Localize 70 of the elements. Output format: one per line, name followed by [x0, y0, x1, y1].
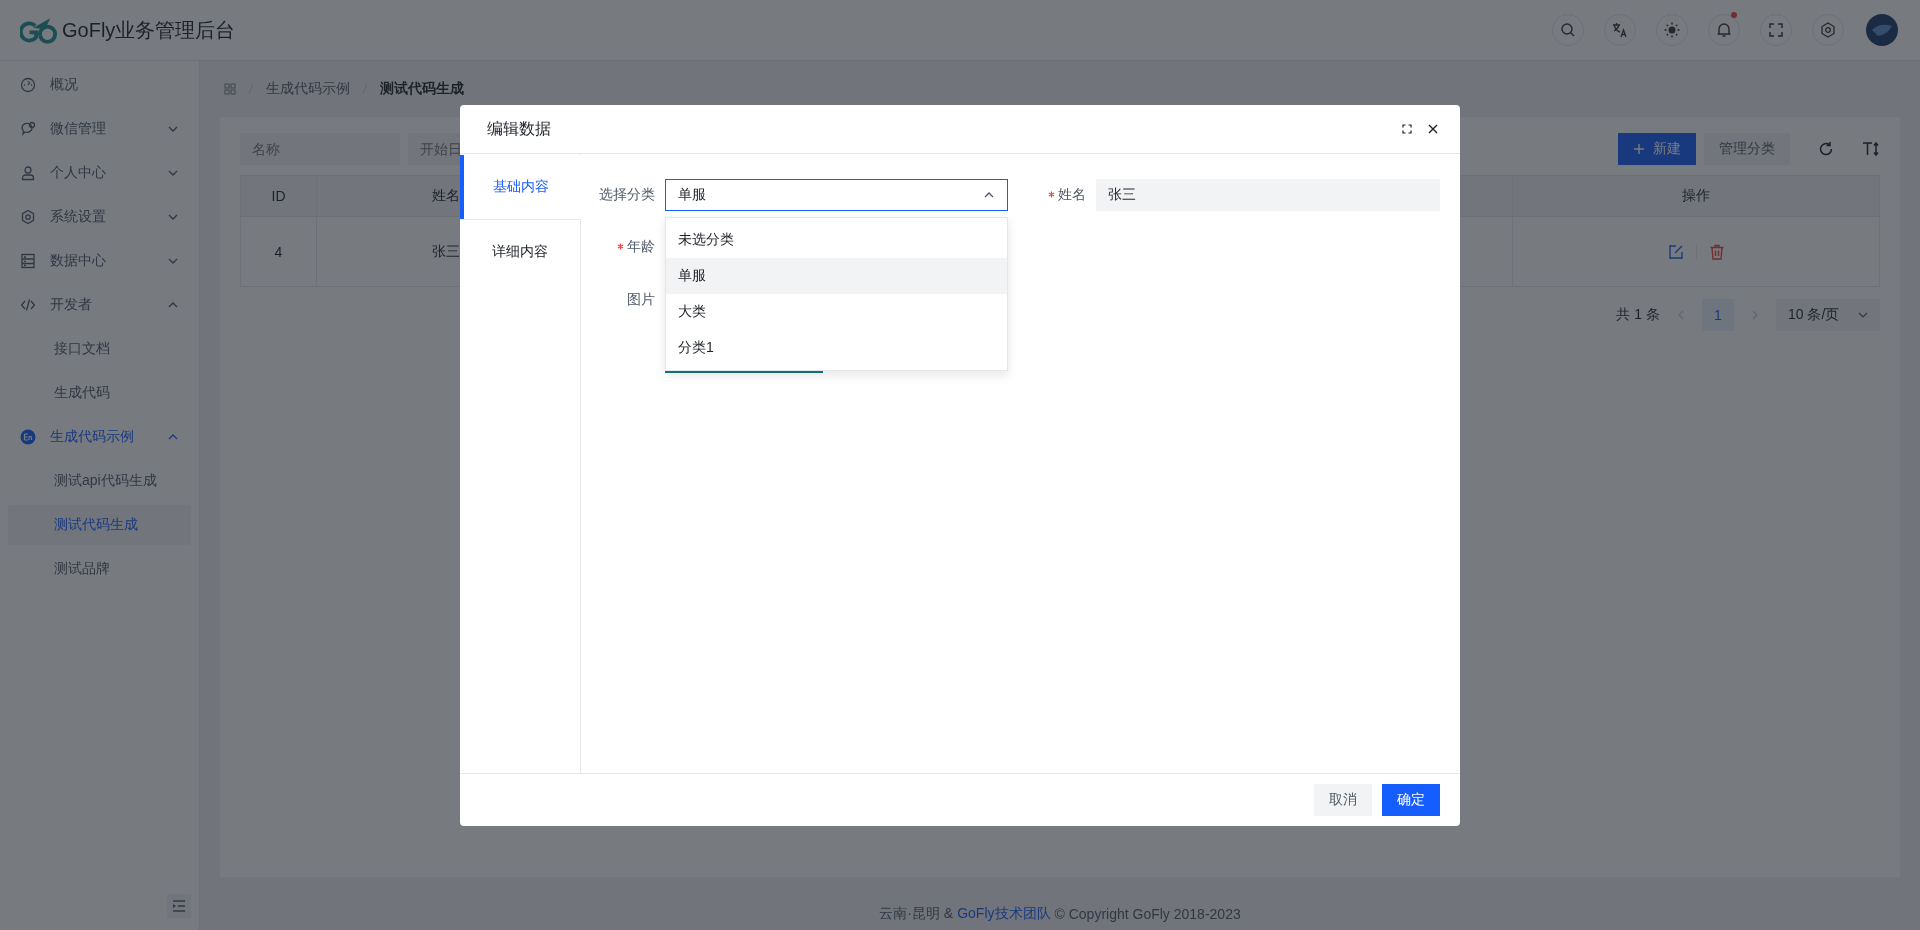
breadcrumb-item[interactable]: 生成代码示例 [266, 80, 350, 98]
sidebar-subitem[interactable]: 测试品牌 [8, 549, 191, 589]
sun-icon [1664, 22, 1680, 38]
fullscreen-icon[interactable] [1402, 124, 1412, 134]
confirm-button[interactable]: 确定 [1382, 784, 1440, 816]
page-button[interactable]: 1 [1702, 299, 1734, 331]
translate-icon [1612, 22, 1628, 38]
search-button[interactable] [1552, 14, 1584, 46]
table-cell: 4 [241, 217, 317, 287]
chevron-down-icon [1858, 310, 1868, 320]
delete-icon[interactable] [1708, 243, 1725, 260]
text-size-icon[interactable] [1862, 141, 1880, 157]
refresh-icon[interactable] [1818, 141, 1834, 157]
dialog-title: 编辑数据 [487, 118, 551, 139]
dropdown-option[interactable]: 未选分类 [666, 222, 1007, 258]
chat-icon [20, 121, 36, 137]
fullscreen-button[interactable] [1760, 14, 1792, 46]
page-size-select[interactable]: 10 条/页 [1776, 299, 1880, 331]
fullscreen-icon [1768, 22, 1784, 38]
settings-button[interactable] [1812, 14, 1844, 46]
edit-icon[interactable] [1667, 243, 1684, 260]
app-title: GoFly业务管理后台 [62, 17, 236, 43]
sidebar-subitem[interactable]: 生成代码 [8, 373, 191, 413]
copyright-text: © Copyright GoFly 2018-2023 [1054, 905, 1241, 922]
search-icon [1560, 22, 1576, 38]
new-button[interactable]: 新建 [1618, 133, 1696, 165]
sidebar-item[interactable]: 系统设置 [8, 197, 191, 237]
column-header: ID [241, 176, 317, 217]
bell-icon [1716, 22, 1732, 38]
collapse-menu-icon [172, 900, 186, 912]
field-label: 图片 [627, 291, 655, 307]
dropdown-option[interactable]: 单服 [666, 258, 1007, 294]
field-label: 姓名 [1058, 186, 1086, 202]
dashboard-icon [20, 77, 36, 93]
sidebar-item[interactable]: 个人中心 [8, 153, 191, 193]
sidebar-item[interactable]: 生成代码示例 [8, 417, 191, 457]
name-field[interactable]: 张三 [1096, 179, 1440, 211]
close-icon[interactable] [1428, 124, 1438, 134]
dropdown-option[interactable]: 分类1 [666, 330, 1007, 366]
dropdown-option[interactable]: 大类 [666, 294, 1007, 330]
settings-icon [1820, 22, 1836, 38]
total-count: 共 1 条 [1616, 306, 1660, 324]
badge-icon [20, 429, 36, 445]
gear-icon [20, 209, 36, 225]
collapse-menu-button[interactable] [167, 894, 191, 918]
code-icon [20, 297, 36, 313]
sidebar-subitem[interactable]: 测试api代码生成 [8, 461, 191, 501]
sidebar-item[interactable]: 数据中心 [8, 241, 191, 281]
sidebar-subitem[interactable]: 测试代码生成 [8, 505, 191, 545]
manage-button[interactable]: 管理分类 [1704, 133, 1790, 165]
field-label: 年龄 [627, 238, 655, 254]
plus-icon [1633, 143, 1645, 155]
footer-text: 云南·昆明 & [879, 904, 954, 923]
field-label: 选择分类 [599, 186, 655, 202]
database-icon [20, 253, 36, 269]
avatar[interactable] [1866, 14, 1898, 46]
sidebar-item[interactable]: 微信管理 [8, 109, 191, 149]
cancel-button[interactable]: 取消 [1314, 784, 1372, 816]
column-header: 操作 [1513, 176, 1880, 217]
user-icon [20, 165, 36, 181]
team-link[interactable]: GoFly技术团队 [957, 904, 1051, 923]
dialog-tab[interactable]: 基础内容 [460, 155, 581, 220]
bell-button[interactable] [1708, 14, 1740, 46]
sidebar-item[interactable]: 概况 [8, 65, 191, 105]
category-select[interactable]: 单服 [665, 179, 1008, 211]
translate-button[interactable] [1604, 14, 1636, 46]
apps-icon[interactable] [224, 83, 236, 95]
sun-button[interactable] [1656, 14, 1688, 46]
sidebar-item[interactable]: 开发者 [8, 285, 191, 325]
breadcrumb-item: 测试代码生成 [380, 80, 464, 98]
